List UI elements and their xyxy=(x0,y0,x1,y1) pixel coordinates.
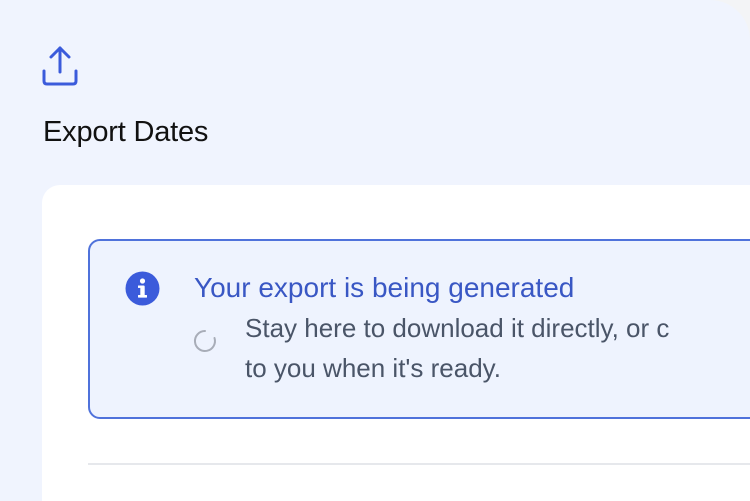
alert-message-line-2: to you when it's ready. xyxy=(245,353,501,383)
upload-icon xyxy=(41,44,79,88)
divider xyxy=(88,463,750,465)
info-icon xyxy=(125,271,160,306)
loading-spinner-icon xyxy=(193,329,217,353)
export-panel: Export Dates Your export is being genera… xyxy=(0,0,750,501)
alert-message-line-1: Stay here to download it directly, or c xyxy=(245,313,670,343)
alert-title: Your export is being generated xyxy=(194,272,575,303)
page-title: Export Dates xyxy=(43,116,209,148)
alert-message: Stay here to download it directly, or c … xyxy=(245,308,750,388)
